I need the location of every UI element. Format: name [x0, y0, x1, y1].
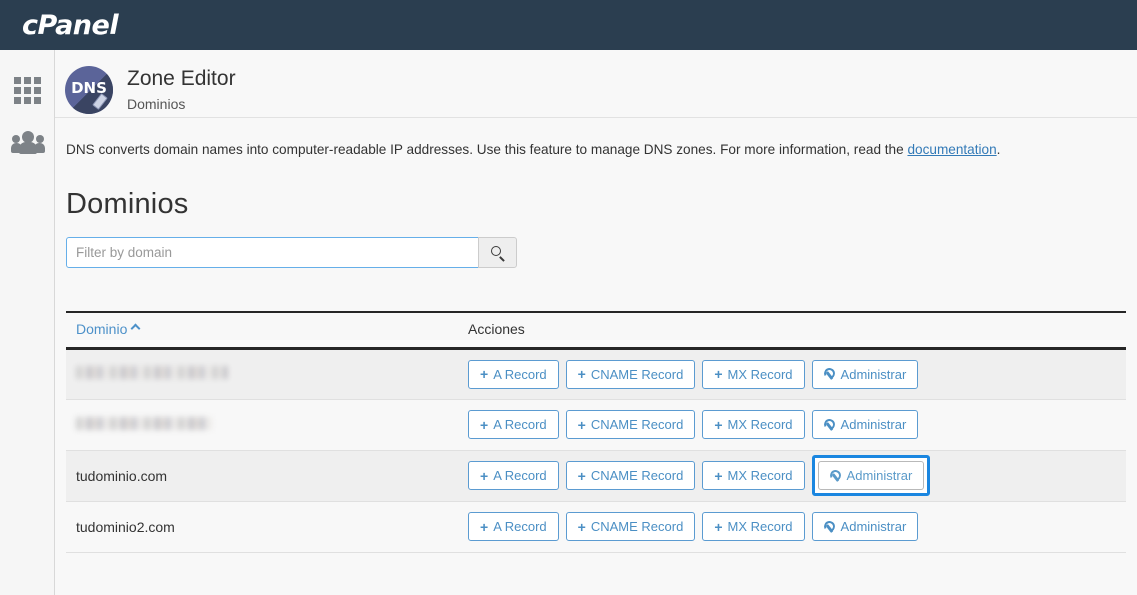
manage-label: Administrar: [846, 468, 913, 484]
cell-actions: + A Record + CNAME Record + MX Record Admin…: [458, 348, 1126, 400]
plus-icon: +: [480, 518, 489, 535]
search-button[interactable]: [478, 236, 517, 268]
add-cname-record-label: CNAME Record: [590, 366, 684, 382]
documentation-link[interactable]: documentation: [907, 142, 996, 157]
page-subtitle: Dominios: [127, 95, 186, 112]
cell-domain: [66, 348, 458, 400]
cell-domain: tudominio2.com: [66, 501, 458, 553]
table-row: tudominio.com + A Record + CNAME Record + M…: [66, 450, 1126, 502]
add-cname-record-label: CNAME Record: [590, 468, 684, 484]
add-cname-record-button[interactable]: + CNAME Record: [565, 461, 696, 491]
wrench-icon: [824, 521, 836, 533]
add-mx-record-button[interactable]: + MX Record: [702, 512, 805, 542]
manage-label: Administrar: [840, 519, 907, 535]
section-title: Dominios: [66, 187, 189, 220]
add-cname-record-button[interactable]: + CNAME Record: [565, 512, 696, 542]
table-header-row: Dominio Acciones: [66, 310, 1126, 350]
domains-table-wrapper: Dominio Acciones + A Record + CNAME Reco…: [66, 310, 1126, 553]
redacted-domain: [76, 416, 212, 430]
wrench-icon: [824, 419, 836, 431]
plus-icon: +: [480, 467, 489, 484]
manage-button-selected[interactable]: Administrar: [817, 461, 925, 491]
chevron-up-icon: [130, 323, 141, 334]
cell-actions: + A Record + CNAME Record + MX Record Admin…: [458, 450, 1126, 502]
plus-icon: +: [480, 366, 489, 383]
table-row: tudominio2.com + A Record + CNAME Record +…: [66, 501, 1126, 553]
table-row: + A Record + CNAME Record + MX Record Admin…: [66, 399, 1126, 451]
add-a-record-button[interactable]: + A Record: [468, 410, 559, 440]
plus-icon: +: [577, 416, 586, 433]
add-cname-record-label: CNAME Record: [590, 519, 684, 535]
page-title: Zone Editor: [127, 67, 236, 91]
cpanel-logo[interactable]: cPanel: [22, 10, 119, 41]
plus-icon: +: [480, 416, 489, 433]
add-a-record-label: A Record: [493, 468, 547, 484]
plus-icon: +: [577, 467, 586, 484]
add-cname-record-button[interactable]: + CNAME Record: [565, 359, 696, 389]
sidebar-item-apps[interactable]: [0, 64, 55, 116]
add-mx-record-label: MX Record: [727, 417, 793, 433]
main-content: DNS Zone Editor Dominios DNS converts do…: [55, 50, 1137, 595]
plus-icon: +: [714, 518, 723, 535]
row-actions: + A Record + CNAME Record + MX Record Admin…: [468, 410, 1126, 440]
top-bar: cPanel: [0, 0, 1137, 50]
cell-domain: tudominio.com: [66, 450, 458, 502]
page-header: DNS Zone Editor Dominios: [55, 50, 1137, 118]
filter-row: [66, 236, 1137, 268]
row-actions: + A Record + CNAME Record + MX Record Admin…: [468, 455, 1126, 497]
users-group-icon: [10, 131, 45, 154]
dns-badge-label: DNS: [71, 78, 107, 97]
add-a-record-label: A Record: [493, 366, 547, 382]
manage-button[interactable]: Administrar: [811, 410, 919, 440]
row-actions: + A Record + CNAME Record + MX Record Admin…: [468, 512, 1126, 542]
wrench-icon: [824, 368, 836, 380]
left-sidebar: [0, 50, 55, 595]
plus-icon: +: [714, 467, 723, 484]
add-mx-record-button[interactable]: + MX Record: [702, 461, 805, 491]
description-text-after: .: [996, 142, 1001, 157]
table-body: + A Record + CNAME Record + MX Record Admin…: [66, 348, 1126, 553]
sidebar-item-users[interactable]: [0, 116, 55, 168]
manage-button-focus-ring: Administrar: [811, 455, 931, 497]
manage-label: Administrar: [840, 417, 907, 433]
add-cname-record-button[interactable]: + CNAME Record: [565, 410, 696, 440]
manage-label: Administrar: [840, 366, 907, 382]
plus-icon: +: [577, 366, 586, 383]
domains-table: Dominio Acciones + A Record + CNAME Reco…: [66, 310, 1126, 553]
search-icon: [491, 245, 505, 262]
page-header-text: Zone Editor Dominios: [127, 67, 236, 111]
add-a-record-button[interactable]: + A Record: [468, 512, 559, 542]
add-mx-record-button[interactable]: + MX Record: [702, 410, 805, 440]
manage-button[interactable]: Administrar: [811, 359, 919, 389]
table-row: + A Record + CNAME Record + MX Record Admin…: [66, 348, 1126, 400]
row-actions: + A Record + CNAME Record + MX Record Admin…: [468, 359, 1126, 389]
cell-actions: + A Record + CNAME Record + MX Record Admin…: [458, 399, 1126, 451]
add-mx-record-button[interactable]: + MX Record: [702, 359, 805, 389]
plus-icon: +: [714, 366, 723, 383]
feature-description: DNS converts domain names into computer-…: [55, 118, 1137, 160]
add-a-record-label: A Record: [493, 519, 547, 535]
search-input[interactable]: [66, 236, 479, 268]
add-a-record-button[interactable]: + A Record: [468, 359, 559, 389]
redacted-domain: [76, 366, 228, 380]
manage-button[interactable]: Administrar: [811, 512, 919, 542]
add-a-record-button[interactable]: + A Record: [468, 461, 559, 491]
sort-domain-link[interactable]: Dominio: [76, 321, 127, 337]
add-a-record-label: A Record: [493, 417, 547, 433]
table-head: Dominio Acciones: [66, 310, 1126, 350]
plus-icon: +: [714, 416, 723, 433]
column-header-domain: Dominio: [66, 310, 458, 350]
description-text-before: DNS converts domain names into computer-…: [66, 142, 908, 157]
cell-domain: [66, 399, 458, 451]
column-header-actions: Acciones: [458, 310, 1126, 350]
add-mx-record-label: MX Record: [727, 468, 793, 484]
add-mx-record-label: MX Record: [727, 366, 793, 382]
wrench-icon: [830, 470, 842, 482]
cell-actions: + A Record + CNAME Record + MX Record Admin…: [458, 501, 1126, 553]
add-mx-record-label: MX Record: [727, 519, 793, 535]
add-cname-record-label: CNAME Record: [590, 417, 684, 433]
plus-icon: +: [577, 518, 586, 535]
dns-badge-icon: DNS: [65, 65, 113, 114]
apps-grid-icon: [14, 76, 41, 104]
